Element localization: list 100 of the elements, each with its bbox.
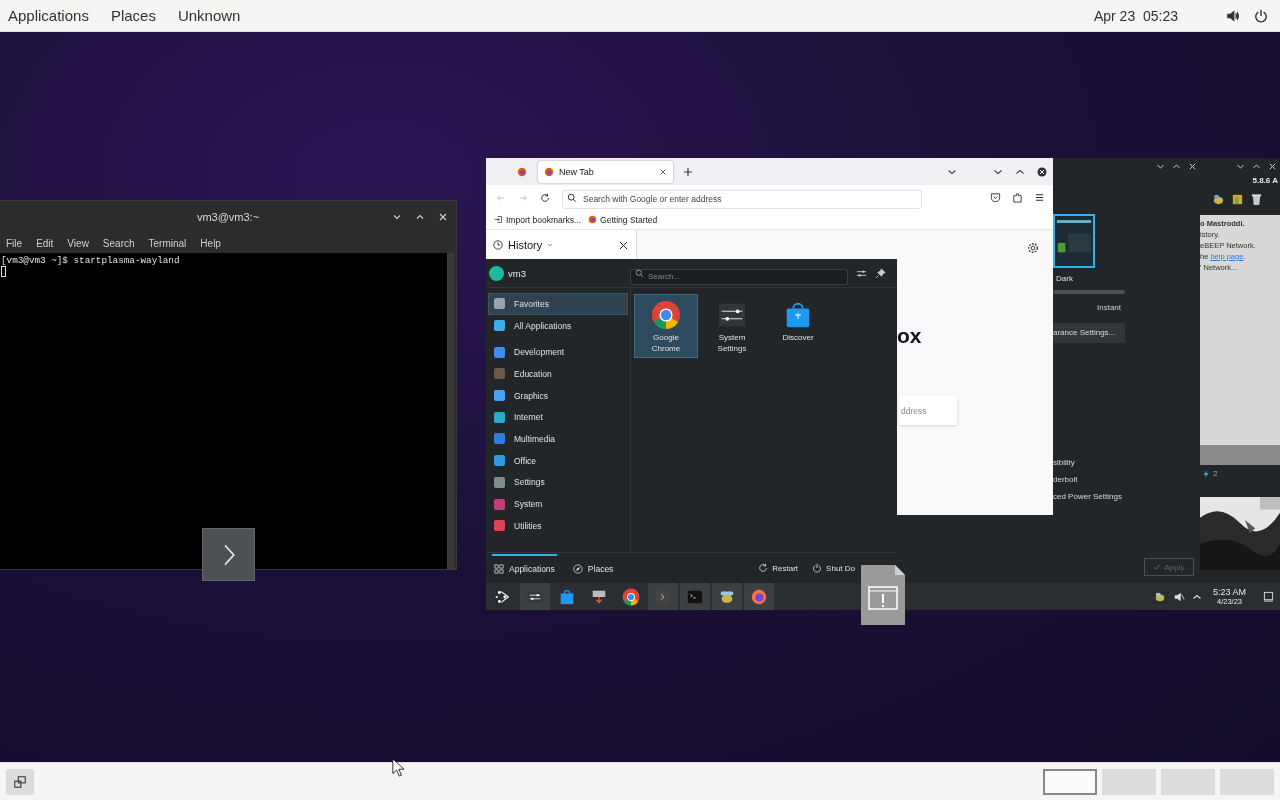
bee-icon[interactable] (712, 583, 742, 610)
workspace-thumbnail[interactable] (1161, 768, 1215, 795)
top-bar-menu[interactable]: Unknown (177, 7, 241, 24)
launcher-tab[interactable]: Places (570, 554, 616, 582)
search-icon (635, 268, 644, 278)
plus-icon[interactable] (683, 166, 693, 177)
settings-link[interactable]: sibility (1053, 458, 1122, 467)
search-field[interactable]: Search... (630, 268, 848, 285)
slider-label: Instant (1097, 303, 1121, 312)
clock-icon (493, 240, 503, 250)
user-name: vm3 (508, 267, 527, 279)
category-item[interactable]: Graphics (488, 384, 628, 407)
check-icon (1153, 563, 1162, 571)
category-item[interactable]: Settings (488, 471, 628, 494)
sidebar-title[interactable]: History (508, 239, 543, 251)
trash-icon[interactable] (1250, 193, 1263, 206)
clock[interactable]: Apr 23 05:23 (1093, 7, 1178, 24)
app-tile[interactable]: System Settings (700, 294, 764, 358)
theme-thumbnail[interactable] (1053, 214, 1095, 268)
window-title: vm3@vm3:~ (196, 211, 260, 223)
search-icon (567, 192, 577, 203)
menu-item[interactable]: View (67, 237, 89, 249)
reload-icon[interactable] (540, 192, 550, 203)
caret-down-icon[interactable] (547, 242, 554, 248)
menu-item[interactable]: Edit (36, 237, 54, 249)
bolt-icon (1202, 469, 1210, 478)
category-item[interactable]: Internet (488, 406, 628, 429)
theme-label: Dark (1056, 274, 1073, 283)
category-item[interactable]: System (488, 493, 628, 515)
version-label: 5.8.6 A (1252, 176, 1278, 185)
import-icon (494, 215, 503, 224)
caret-down-icon[interactable] (1156, 162, 1165, 171)
extensions-icon[interactable] (1012, 192, 1023, 203)
grid-icon (494, 564, 504, 574)
bookmark-item[interactable]: Import bookmarks... (494, 214, 582, 225)
power-icon[interactable] (1254, 8, 1268, 23)
session-button[interactable]: Shut Do (812, 563, 855, 573)
settings-link[interactable]: ced Power Settings (1053, 492, 1122, 501)
category-item[interactable]: Utilities (488, 514, 628, 537)
browser-tab[interactable]: New Tab (538, 160, 673, 183)
category-item[interactable]: Development (488, 341, 628, 364)
avatar[interactable] (489, 265, 504, 281)
close-icon[interactable] (1037, 166, 1047, 177)
settings-button[interactable]: arance Settings... (1053, 323, 1125, 343)
category-item[interactable]: Favorites (488, 293, 628, 315)
compass-icon (572, 564, 583, 574)
top-bar-menu[interactable]: Applications (8, 7, 89, 24)
sliders-icon[interactable] (520, 583, 550, 610)
firefox-icon[interactable] (744, 583, 774, 610)
maximize-icon[interactable] (415, 212, 425, 222)
workspace-thumbnail[interactable] (1043, 768, 1097, 795)
count-label: 2 (1213, 469, 1218, 478)
pocket-icon[interactable] (990, 192, 1001, 203)
top-bar-menu[interactable]: Places (110, 7, 156, 24)
menu-item[interactable]: Help (200, 237, 221, 249)
close-icon[interactable] (619, 240, 628, 250)
menu-icon[interactable] (1034, 192, 1045, 203)
session-button[interactable]: Restart (758, 563, 799, 573)
slider-track[interactable] (1053, 290, 1125, 294)
firefox-icon (588, 215, 598, 224)
volume-icon[interactable] (1226, 8, 1240, 23)
bee-icon[interactable] (1212, 193, 1225, 206)
windows-icon (13, 774, 27, 789)
power-icon (812, 563, 823, 573)
scrollbar[interactable] (447, 253, 454, 569)
logo-text: ox (897, 324, 922, 348)
menu-item[interactable]: File (6, 237, 23, 249)
firefox-icon (517, 166, 527, 177)
bee-icon[interactable] (1153, 590, 1166, 603)
settings-link[interactable]: derbolt (1053, 475, 1122, 484)
file-icon (861, 565, 905, 625)
chrome-icon (651, 300, 681, 330)
caret-up-icon[interactable] (1172, 162, 1181, 171)
volume-muted-icon[interactable] (1172, 590, 1185, 603)
show-desktop-icon[interactable] (1263, 591, 1274, 602)
category-item[interactable]: Multimedia (488, 428, 628, 450)
bookmark-item[interactable]: Getting Started (588, 214, 658, 225)
text-cursor (1, 266, 6, 277)
photo-icon[interactable] (1231, 193, 1244, 206)
caret-down-icon[interactable] (1236, 162, 1245, 171)
menu-item[interactable]: Terminal (148, 237, 187, 249)
minimize-icon[interactable] (392, 212, 402, 222)
workspace-thumbnail[interactable] (1102, 768, 1156, 795)
app-tile[interactable]: Discover (766, 294, 830, 358)
address-bar[interactable]: Search with Google or enter address (562, 189, 922, 209)
category-item[interactable]: All Applications (488, 314, 628, 337)
search-field[interactable]: ddress (899, 396, 957, 425)
app-tile[interactable]: Google Chrome (634, 294, 698, 358)
category-item[interactable]: Education (488, 363, 628, 385)
category-item[interactable]: Office (488, 449, 628, 472)
restart-icon (758, 563, 769, 573)
pin-icon[interactable] (875, 267, 886, 279)
workspace-thumbnail[interactable] (1220, 768, 1274, 795)
menu-item[interactable]: Search (102, 237, 135, 249)
tray-time[interactable]: 5:23 AM (1212, 587, 1246, 597)
settings-icon[interactable] (1027, 242, 1039, 254)
terminal-line: [vm3@vm3 ~]$ startplasma-wayland (1, 255, 181, 266)
window-list-button[interactable] (6, 768, 34, 795)
caret-up-icon[interactable] (1252, 162, 1261, 171)
firefox-icon (544, 166, 554, 177)
